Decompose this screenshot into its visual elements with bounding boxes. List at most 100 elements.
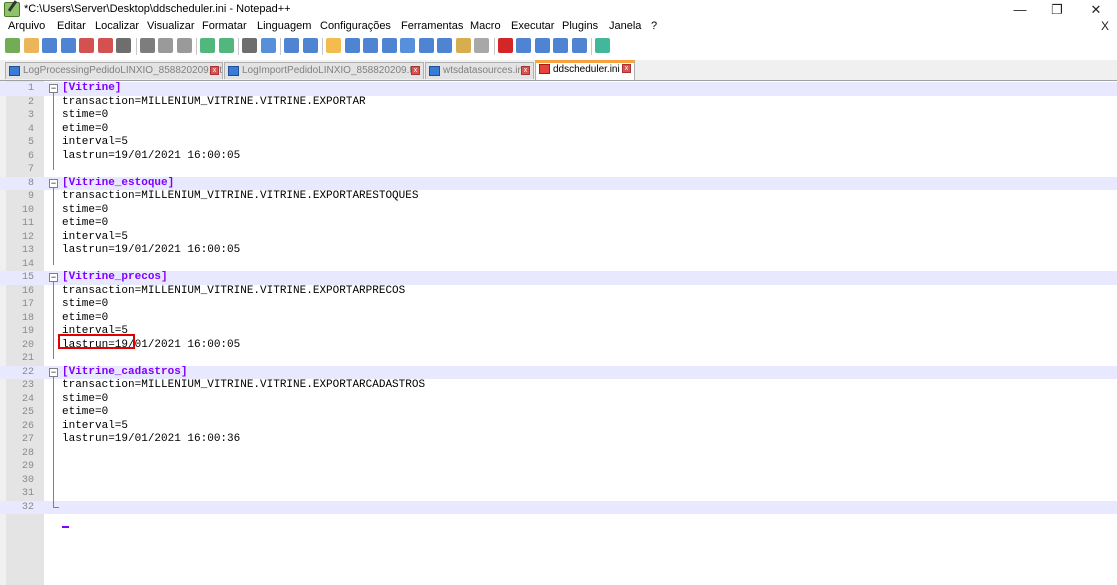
editor-line[interactable]: 19 interval=5	[0, 325, 1117, 339]
tab-close-icon[interactable]: x	[210, 66, 219, 75]
editor-line[interactable]: 8 [Vitrine_estoque]	[0, 176, 1117, 190]
fold-toggle-icon[interactable]: −	[49, 367, 58, 377]
menu-formatar[interactable]: Formatar	[202, 20, 247, 32]
tab-logimport[interactable]: LogImportPedidoLINXIO_858820209.txt x	[224, 62, 424, 79]
menu-macro[interactable]: Macro	[470, 20, 501, 32]
function-list-icon[interactable]	[437, 38, 452, 53]
print-icon[interactable]	[116, 38, 131, 53]
menu-arquivo[interactable]: Arquivo	[8, 20, 45, 32]
editor-line[interactable]: 13 lastrun=19/01/2021 16:00:05	[0, 244, 1117, 258]
sync-v-icon[interactable]	[326, 38, 341, 53]
menu-ferramentas[interactable]: Ferramentas	[401, 20, 463, 32]
show-all-chars-icon[interactable]	[381, 38, 397, 53]
toolbar	[0, 35, 1117, 59]
minimize-button[interactable]: —	[1003, 0, 1037, 19]
editor-line[interactable]: 17 stime=0	[0, 298, 1117, 312]
editor-line[interactable]: 5 interval=5	[0, 136, 1117, 150]
play-macro-icon[interactable]	[534, 38, 550, 53]
run-macro-icon[interactable]	[553, 38, 568, 53]
editor-line[interactable]: 20 lastrun=19/01/2021 16:00:05	[0, 339, 1117, 353]
fold-toggle-icon[interactable]: −	[49, 178, 58, 188]
line-number: 31	[21, 488, 34, 499]
zoom-in-icon[interactable]	[284, 38, 299, 53]
tab-close-icon[interactable]: x	[411, 66, 420, 75]
editor-line[interactable]: 14	[0, 258, 1117, 272]
editor-line[interactable]: 4 etime=0	[0, 123, 1117, 137]
menu-help[interactable]: ?	[651, 20, 657, 32]
monitoring-icon[interactable]	[474, 38, 489, 53]
copy-icon[interactable]	[158, 38, 173, 53]
redo-icon[interactable]	[218, 38, 234, 53]
indent-guide-icon[interactable]	[400, 38, 415, 53]
editor-line[interactable]: 25 etime=0	[0, 406, 1117, 420]
close-all-icon[interactable]	[97, 38, 113, 53]
fold-end-marker	[53, 506, 59, 508]
line-number: 12	[21, 231, 34, 243]
editor-line[interactable]: 2 transaction=MILLENIUM_VITRINE.VITRINE.E…	[0, 96, 1117, 110]
word-wrap-icon[interactable]	[363, 38, 378, 53]
editor-line[interactable]: 1 [Vitrine]	[0, 82, 1117, 96]
editor-line[interactable]: 27 lastrun=19/01/2021 16:00:36	[0, 433, 1117, 447]
fold-toggle-icon[interactable]: −	[49, 84, 58, 93]
save-macro-icon[interactable]	[571, 38, 587, 53]
replace-icon[interactable]	[260, 38, 276, 53]
new-icon[interactable]	[5, 38, 20, 53]
editor-line[interactable]: 11 etime=0	[0, 217, 1117, 231]
editor-line[interactable]: 30	[0, 474, 1117, 488]
close-document-button[interactable]: X	[1101, 19, 1109, 33]
editor-line[interactable]: 15 [Vitrine_precos]	[0, 271, 1117, 285]
editor-line[interactable]: 29	[0, 460, 1117, 474]
tab-close-icon[interactable]: x	[622, 64, 631, 73]
code-line-text: etime=0	[62, 406, 109, 418]
close-window-button[interactable]: ✕	[1079, 0, 1113, 19]
tab-close-icon[interactable]: x	[521, 66, 530, 75]
sync-h-icon[interactable]	[344, 38, 360, 53]
doc-map-icon[interactable]	[418, 38, 434, 53]
editor-line[interactable]: 31	[0, 487, 1117, 501]
tab-ddscheduler[interactable]: ddscheduler.ini x	[535, 60, 635, 80]
tab-wtsdatasources[interactable]: wtsdatasources.ini x	[425, 62, 534, 79]
stop-macro-icon[interactable]	[516, 38, 531, 53]
maximize-button[interactable]: ❐	[1040, 0, 1074, 19]
editor-line[interactable]: 24 stime=0	[0, 393, 1117, 407]
open-icon[interactable]	[23, 38, 39, 53]
editor-line[interactable]: 26 interval=5	[0, 420, 1117, 434]
find-icon[interactable]	[242, 38, 257, 53]
fold-toggle-icon[interactable]: −	[49, 273, 58, 282]
editor-line[interactable]: 16 transaction=MILLENIUM_VITRINE.VITRINE.…	[0, 285, 1117, 299]
editor-line[interactable]: 23 transaction=MILLENIUM_VITRINE.VITRINE.…	[0, 379, 1117, 393]
record-macro-icon[interactable]	[497, 38, 513, 53]
menu-visualizar[interactable]: Visualizar	[147, 20, 195, 32]
menu-plugins[interactable]: Plugins	[562, 20, 598, 32]
menu-editar[interactable]: Editar	[57, 20, 86, 32]
undo-icon[interactable]	[200, 38, 215, 53]
editor-line[interactable]: 28	[0, 447, 1117, 461]
folder-workspace-icon[interactable]	[455, 38, 471, 53]
editor-line[interactable]: 12 interval=5	[0, 231, 1117, 245]
line-number: 17	[21, 299, 34, 310]
cut-icon[interactable]	[139, 38, 155, 53]
tab-logprocessing[interactable]: LogProcessingPedidoLINXIO_858820209.txt …	[5, 62, 223, 79]
save-icon[interactable]	[42, 38, 57, 53]
editor-line[interactable]: 7	[0, 163, 1117, 177]
tab-label: LogImportPedidoLINXIO_858820209.txt	[242, 65, 420, 76]
menu-executar[interactable]: Executar	[511, 20, 554, 32]
editor-line[interactable]: 10 stime=0	[0, 204, 1117, 218]
menu-linguagem[interactable]: Linguagem	[257, 20, 311, 32]
editor-line[interactable]: 18 etime=0	[0, 312, 1117, 326]
editor-line[interactable]: 21	[0, 352, 1117, 366]
editor-line[interactable]: 32	[0, 500, 1117, 514]
editor-line[interactable]: 22 [Vitrine_cadastros]	[0, 365, 1117, 379]
editor-line[interactable]: 9 transaction=MILLENIUM_VITRINE.VITRINE.E…	[0, 190, 1117, 204]
editor-line[interactable]: 3 stime=0	[0, 109, 1117, 123]
editor-line[interactable]: 6 lastrun=19/01/2021 16:00:05	[0, 150, 1117, 164]
spellcheck-icon[interactable]	[595, 38, 610, 53]
menu-configuracoes[interactable]: Configurações	[320, 20, 391, 32]
paste-icon[interactable]	[176, 38, 192, 53]
menu-janela[interactable]: Janela	[609, 20, 641, 32]
menu-localizar[interactable]: Localizar	[95, 20, 139, 32]
line-number: 24	[21, 393, 34, 405]
zoom-out-icon[interactable]	[302, 38, 318, 53]
save-all-icon[interactable]	[60, 38, 76, 53]
close-icon[interactable]	[79, 38, 94, 53]
